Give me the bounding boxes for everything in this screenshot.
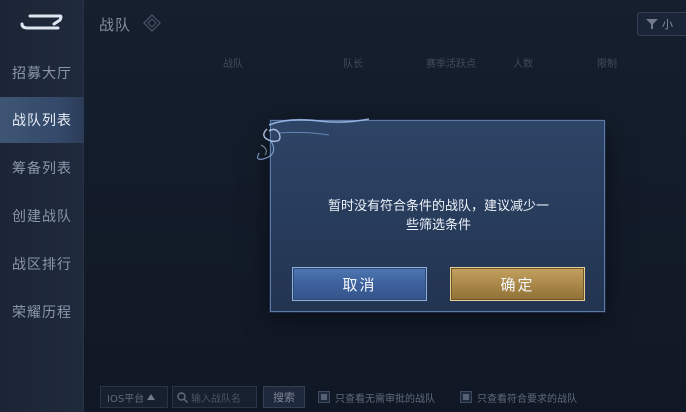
sidebar-item-label: 筹备列表 [12, 161, 72, 177]
sidebar-item-label: 荣耀历程 [12, 305, 72, 321]
confirm-button[interactable]: 确定 [450, 267, 585, 301]
dialog-message-line: 暂时没有符合条件的战队，建议减少一 [327, 199, 549, 214]
confirm-dialog: 暂时没有符合条件的战队，建议减少一 些筛选条件 取消 确定 [257, 118, 606, 312]
back-button[interactable] [18, 10, 64, 34]
sidebar-item-label: 招募大厅 [12, 66, 72, 82]
back-arrow-icon [20, 14, 63, 30]
sidebar-item-label: 战区排行 [12, 257, 72, 273]
sidebar-item-create-team[interactable]: 创建战队 [0, 193, 84, 239]
dialog-message-line: 些筛选条件 [405, 218, 471, 233]
sidebar: 招募大厅 战队列表 筹备列表 创建战队 战区排行 荣耀历程 [0, 0, 84, 412]
sidebar-item-region-ranking[interactable]: 战区排行 [0, 241, 84, 287]
sidebar-item-label: 创建战队 [12, 209, 72, 225]
game-screen: 招募大厅 战队列表 筹备列表 创建战队 战区排行 荣耀历程 战队 小 战队 队长… [0, 0, 686, 412]
sidebar-item-label: 战队列表 [12, 113, 72, 129]
sidebar-item-recruit-hall[interactable]: 招募大厅 [0, 50, 84, 96]
cloud-ornament-icon [257, 118, 370, 160]
dialog-message: 暂时没有符合条件的战队，建议减少一 些筛选条件 [271, 197, 606, 235]
sidebar-item-glory-history[interactable]: 荣耀历程 [0, 289, 84, 335]
sidebar-item-team-list[interactable]: 战队列表 [0, 97, 84, 143]
cancel-button[interactable]: 取消 [292, 267, 427, 301]
sidebar-item-preparation-list[interactable]: 筹备列表 [0, 145, 84, 191]
